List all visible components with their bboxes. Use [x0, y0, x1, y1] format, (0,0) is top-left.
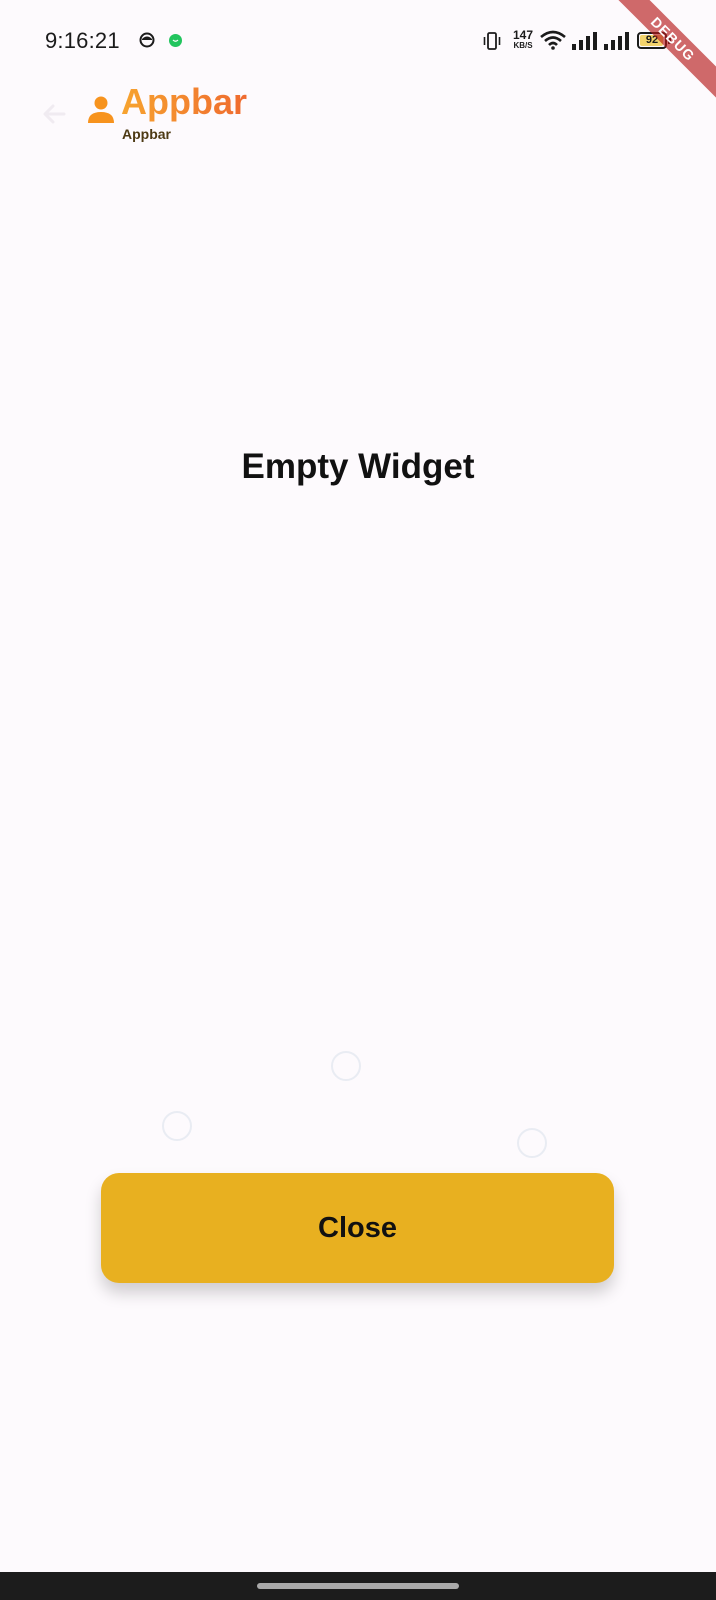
decorative-circle [162, 1111, 192, 1141]
back-arrow-icon[interactable] [40, 100, 68, 128]
close-button[interactable]: Close [101, 1173, 614, 1283]
app-icon [139, 32, 155, 53]
whatsapp-icon [169, 34, 182, 52]
network-speed-unit: KB/S [513, 41, 533, 50]
app-title: Appbar [121, 81, 247, 122]
decorative-circle [331, 1051, 361, 1081]
status-bar: 9:16:21 147 KB/S 92 [0, 0, 716, 82]
gesture-handle[interactable] [257, 1583, 459, 1589]
navigation-bar [0, 1572, 716, 1600]
decorative-circle [517, 1128, 547, 1158]
signal-icon [571, 32, 597, 55]
status-time: 9:16:21 [45, 28, 120, 53]
vibrate-icon [482, 31, 502, 56]
user-icon [86, 94, 116, 129]
network-speed: 147 KB/S [510, 29, 536, 50]
signal-icon [603, 32, 629, 55]
empty-widget-message: Empty Widget [241, 447, 475, 486]
app-subtitle: Appbar [122, 126, 171, 142]
network-speed-value: 147 [512, 28, 534, 42]
wifi-icon [540, 30, 566, 55]
app-bar: Appbar Appbar [0, 82, 716, 152]
